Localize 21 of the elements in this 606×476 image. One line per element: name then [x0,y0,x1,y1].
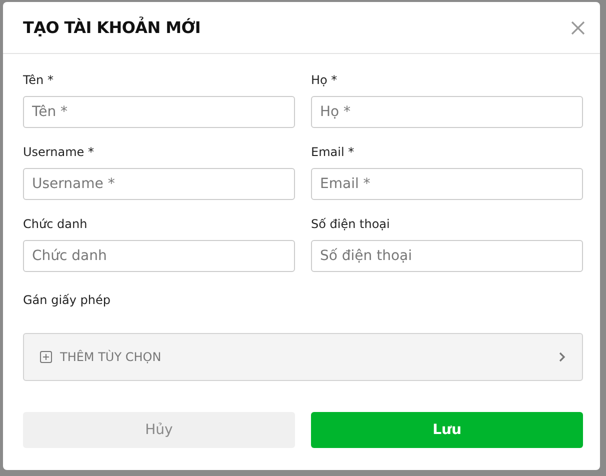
dialog-title: TẠO TÀI KHOẢN MỚI [23,18,201,37]
field-label: Gán giấy phép [23,292,112,308]
input-field[interactable]: Họ * [311,96,583,128]
save-button[interactable]: Lưu [311,412,583,448]
close-icon [571,20,585,34]
field-label: Họ * [311,72,338,88]
field-label: Username * [23,144,95,160]
input-field[interactable]: Số điện thoại [311,240,583,272]
field-label: Email * [311,144,356,160]
field-label: Chức danh [23,216,88,232]
input-field[interactable]: Email * [311,168,583,200]
chevron-right-icon [558,351,566,363]
input-field[interactable]: Username * [23,168,295,200]
input-field[interactable]: Chức danh [23,240,295,272]
field-label: Tên * [23,72,54,88]
add-option-button[interactable]: THÊM TÙY CHỌN [23,333,583,381]
cancel-button[interactable]: Hủy [23,412,295,448]
input-field[interactable]: Tên * [23,96,295,128]
close-button[interactable] [570,20,586,36]
field-label: Số điện thoại [311,216,391,232]
plus-square-icon [40,351,52,363]
